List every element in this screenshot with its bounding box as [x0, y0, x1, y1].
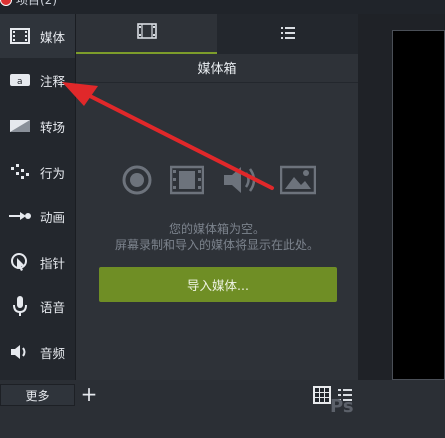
annotation-arrow — [62, 82, 274, 190]
